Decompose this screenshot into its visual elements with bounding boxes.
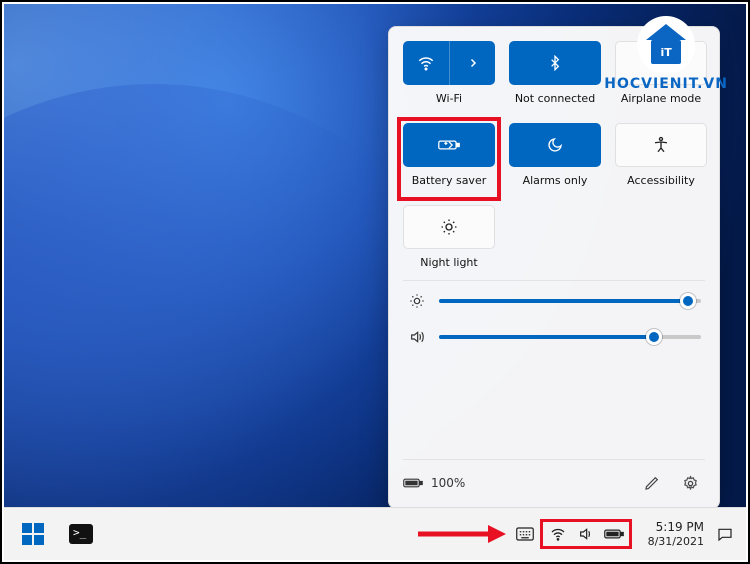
screenshot-frame: iT HOCVIENIT.VN Wi-Fi xyxy=(0,0,750,564)
bluetooth-label: Not connected xyxy=(515,92,595,105)
tile-night-light: Night light xyxy=(403,205,495,269)
moon-icon xyxy=(547,137,563,153)
brightness-slider-icon xyxy=(407,293,427,309)
battery-percent-text: 100% xyxy=(431,476,465,490)
wifi-expand-button[interactable] xyxy=(449,41,495,85)
taskbar-left xyxy=(4,513,102,555)
chevron-right-icon xyxy=(467,57,479,69)
tile-focus-assist: Alarms only xyxy=(509,123,601,187)
wifi-icon xyxy=(417,54,435,72)
accessibility-label: Accessibility xyxy=(627,174,695,187)
tray-wifi-icon xyxy=(547,523,569,545)
annotation-arrow xyxy=(416,521,506,547)
tray-language-icon[interactable] xyxy=(514,523,536,545)
quick-settings-footer: 100% xyxy=(403,459,705,498)
tray-battery-icon xyxy=(603,523,625,545)
volume-slider-row xyxy=(407,329,701,345)
start-button[interactable] xyxy=(12,513,54,555)
gear-icon xyxy=(682,475,699,492)
watermark-badge-text: iT xyxy=(651,40,681,64)
windows-logo-icon xyxy=(22,523,44,545)
brightness-slider-row xyxy=(407,293,701,309)
clock-time: 5:19 PM xyxy=(648,520,704,535)
tray-volume-icon xyxy=(575,523,597,545)
tile-bluetooth: Not connected xyxy=(509,41,601,105)
watermark-site-text: HOCVIENIT.VN xyxy=(604,76,728,92)
wifi-toggle-button[interactable] xyxy=(403,41,449,85)
notification-icon xyxy=(717,526,733,542)
pencil-icon xyxy=(644,475,660,491)
sun-icon xyxy=(409,293,425,309)
accessibility-toggle-button[interactable] xyxy=(615,123,707,167)
battery-icon xyxy=(604,528,624,540)
clock-date: 8/31/2021 xyxy=(648,535,704,549)
airplane-label: Airplane mode xyxy=(621,92,701,105)
sliders-section xyxy=(403,280,705,353)
wifi-split-button xyxy=(403,41,495,85)
edit-quick-settings-button[interactable] xyxy=(637,468,667,498)
wifi-icon xyxy=(550,526,566,542)
keyboard-icon xyxy=(516,527,534,541)
accessibility-icon xyxy=(652,136,670,154)
volume-slider[interactable] xyxy=(439,329,701,345)
taskbar: 5:19 PM 8/31/2021 xyxy=(4,507,746,560)
open-settings-button[interactable] xyxy=(675,468,705,498)
brightness-icon xyxy=(440,218,458,236)
bluetooth-icon xyxy=(547,55,563,71)
wifi-label: Wi-Fi xyxy=(436,92,462,105)
speaker-icon xyxy=(578,526,594,542)
battery-saver-icon xyxy=(438,137,460,153)
battery-icon xyxy=(403,476,423,490)
watermark: iT HOCVIENIT.VN xyxy=(604,16,728,92)
desktop: iT HOCVIENIT.VN Wi-Fi xyxy=(4,4,746,507)
terminal-icon xyxy=(69,524,93,544)
focus-assist-label: Alarms only xyxy=(523,174,588,187)
battery-saver-toggle-button[interactable] xyxy=(403,123,495,167)
terminal-app-button[interactable] xyxy=(60,513,102,555)
focus-assist-toggle-button[interactable] xyxy=(509,123,601,167)
tile-accessibility: Accessibility xyxy=(615,123,707,187)
tile-wifi: Wi-Fi xyxy=(403,41,495,105)
quick-settings-panel: Wi-Fi Not connected Airplane mode xyxy=(388,26,720,507)
bluetooth-toggle-button[interactable] xyxy=(509,41,601,85)
battery-footer-icon xyxy=(403,476,423,490)
system-tray-button[interactable] xyxy=(540,519,632,549)
night-light-label: Night light xyxy=(420,256,477,269)
taskbar-clock[interactable]: 5:19 PM 8/31/2021 xyxy=(648,520,704,549)
volume-slider-icon xyxy=(407,329,427,345)
night-light-toggle-button[interactable] xyxy=(403,205,495,249)
tile-battery-saver: Battery saver xyxy=(403,123,495,187)
brightness-slider[interactable] xyxy=(439,293,701,309)
notifications-button[interactable] xyxy=(714,523,736,545)
taskbar-right: 5:19 PM 8/31/2021 xyxy=(514,519,746,549)
watermark-badge: iT xyxy=(637,16,695,74)
speaker-icon xyxy=(409,329,425,345)
battery-saver-label: Battery saver xyxy=(412,174,486,187)
